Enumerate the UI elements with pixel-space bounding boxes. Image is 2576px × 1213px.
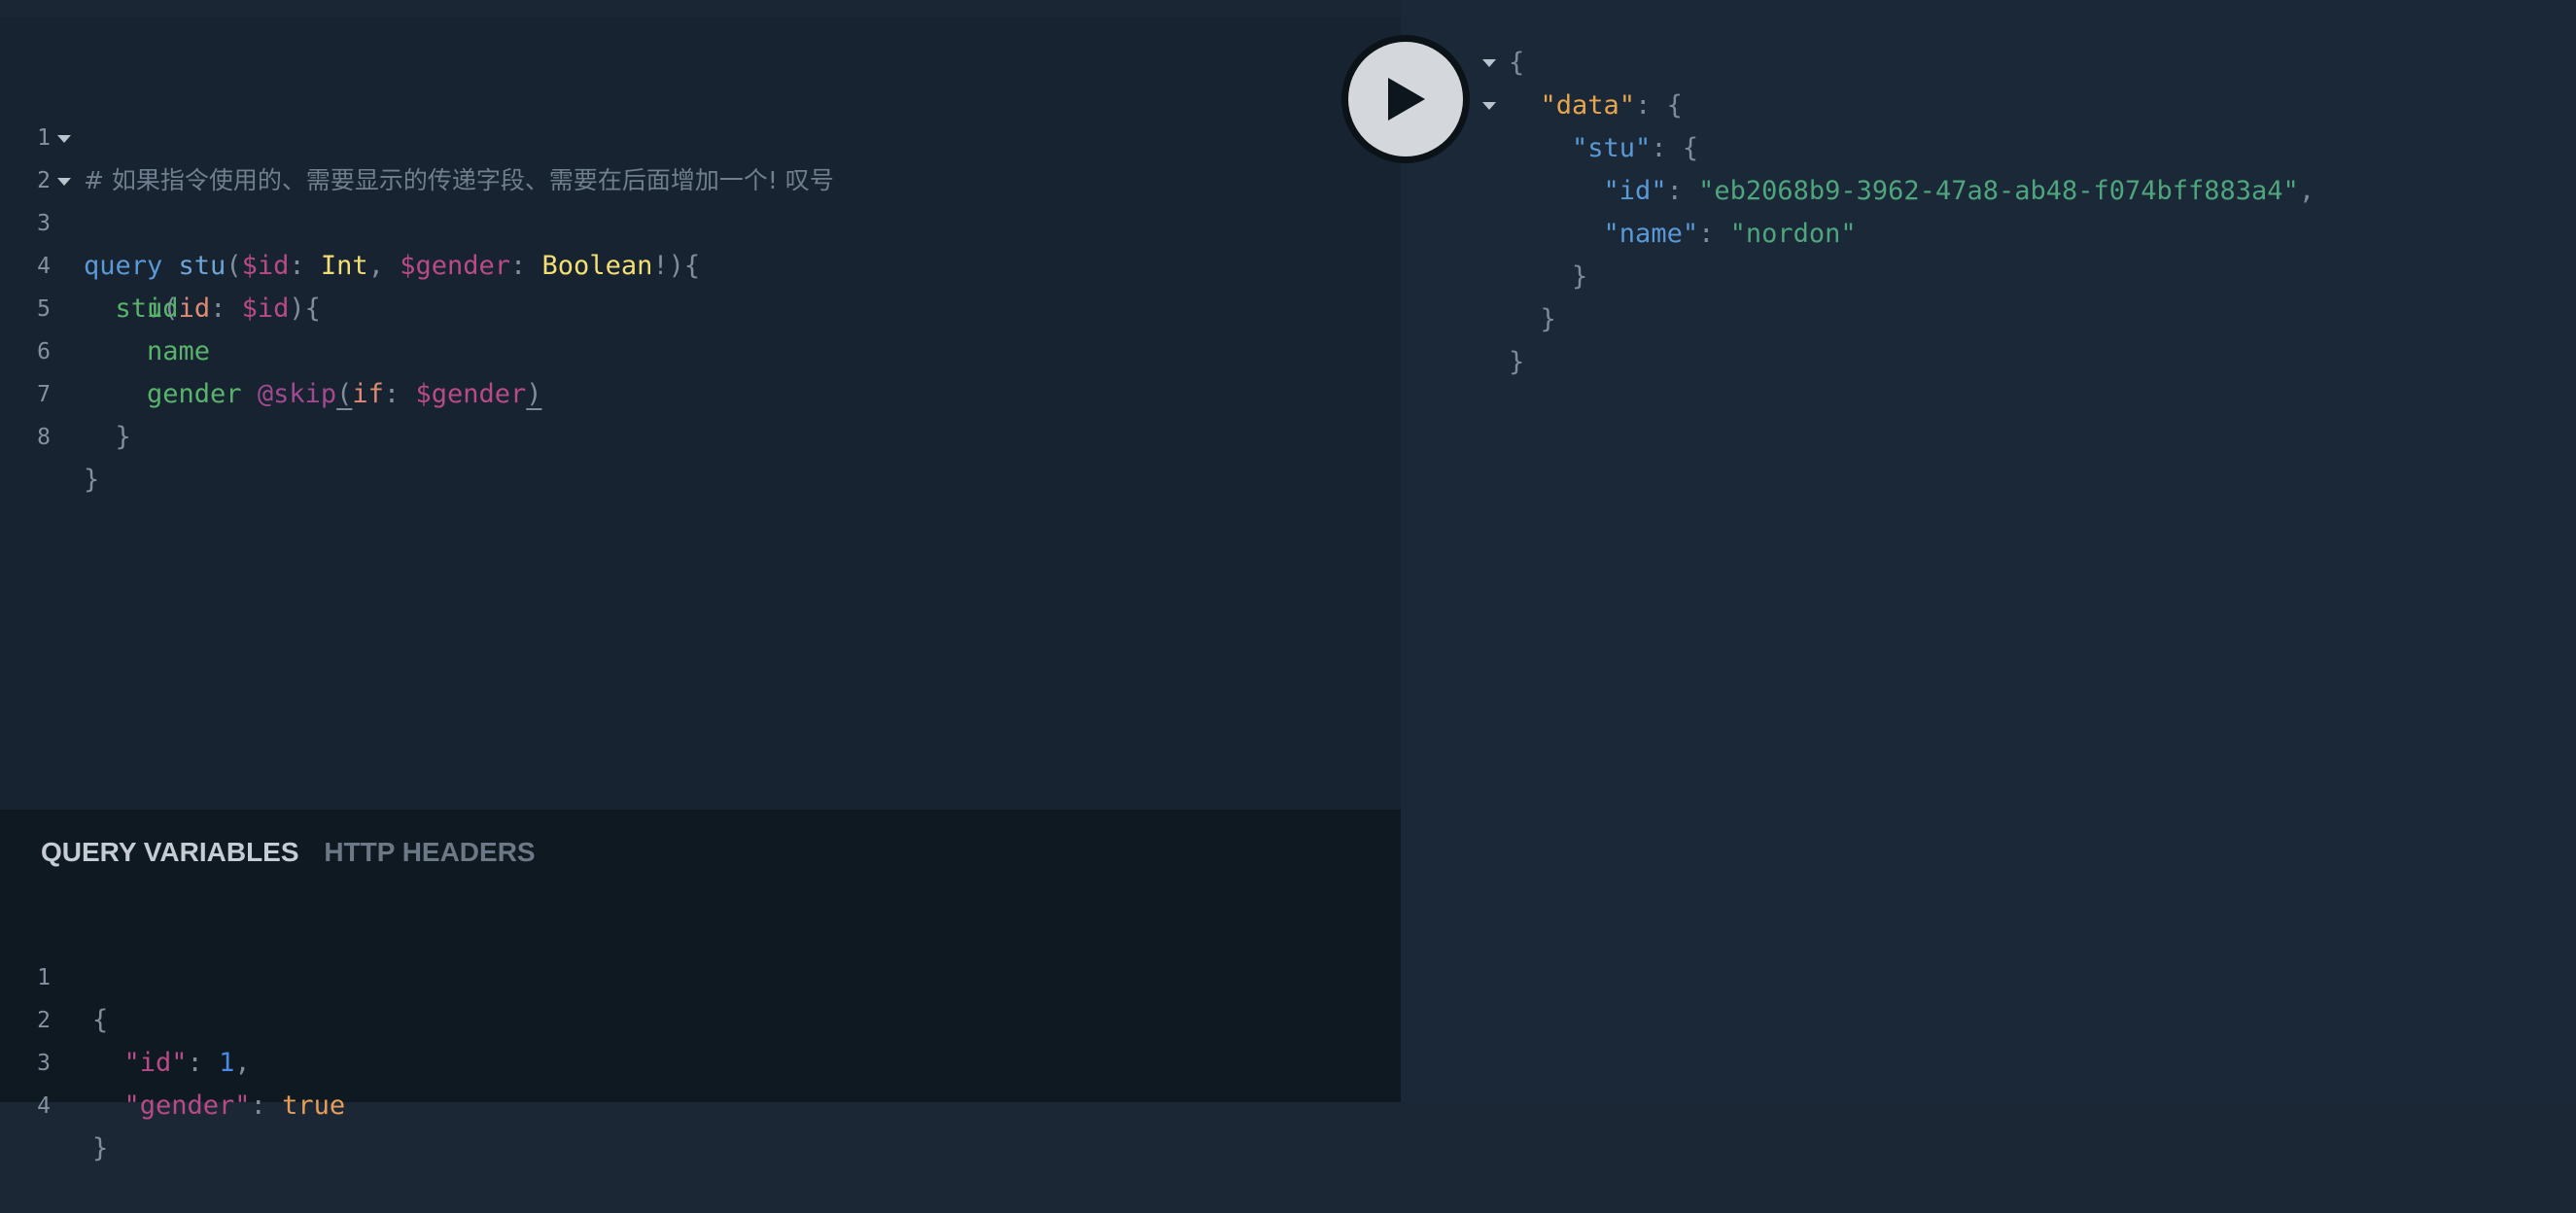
execute-query-button[interactable] <box>1341 35 1470 163</box>
variable-value-id: 1 <box>219 1048 235 1078</box>
punctuation: : <box>1635 90 1652 121</box>
punctuation: } <box>1572 261 1588 292</box>
tab-http-headers[interactable]: HTTP HEADERS <box>324 837 535 867</box>
result-line-1: { <box>1509 48 1525 78</box>
result-line-5: "name": "nordon" <box>1509 213 1857 256</box>
result-key-name: "name" <box>1603 219 1699 249</box>
field-name: name <box>147 336 211 366</box>
fold-arrow-icon[interactable] <box>1482 59 1496 67</box>
result-key-id: "id" <box>1603 176 1667 206</box>
result-key-stu: "stu" <box>1572 133 1652 163</box>
punctuation: : <box>1651 133 1667 163</box>
code-line-1: 1 # 如果指令使用的、需要显示的传递字段、需要在后面增加一个! 叹号 <box>0 74 834 194</box>
result-line-2: "data": { <box>1509 85 1683 127</box>
code-line-4: 4 id <box>0 202 178 324</box>
variable-key-gender: "gender" <box>123 1091 251 1121</box>
variable-key-id: "id" <box>123 1048 188 1078</box>
type-boolean: Boolean <box>541 251 653 281</box>
punctuation: ( <box>226 251 242 281</box>
code-line-2: 2 query stu($id: Int, $gender: Boolean!)… <box>0 117 700 281</box>
punctuation: ) <box>526 379 542 409</box>
keyword-query: query <box>84 251 163 281</box>
punctuation: !){ <box>652 251 701 281</box>
punctuation: ( <box>336 379 353 409</box>
punctuation: , <box>367 251 384 281</box>
punctuation: } <box>1540 304 1556 334</box>
line-number: 8 <box>37 425 51 450</box>
result-value-id: "eb2068b9-3962-47a8-ab48-f074bff883a4" <box>1698 176 2299 206</box>
punctuation: : <box>383 379 400 409</box>
variable-gender: $gender <box>400 251 511 281</box>
tab-query-variables[interactable]: QUERY VARIABLES <box>41 837 299 867</box>
punctuation: } <box>115 422 131 452</box>
variable-value-gender: true <box>282 1091 346 1121</box>
field-gender: gender <box>147 379 242 409</box>
punctuation: ){ <box>289 294 321 324</box>
variables-panel: QUERY VARIABLES HTTP HEADERS 1 { 2 "id":… <box>0 810 1401 1163</box>
query-editor[interactable]: 1 # 如果指令使用的、需要显示的传递字段、需要在后面增加一个! 叹号 2 qu… <box>0 17 1401 810</box>
variables-line-1: 1 { <box>0 914 108 1035</box>
variable-id: $id <box>241 294 290 324</box>
variables-tabs: QUERY VARIABLES HTTP HEADERS <box>41 837 536 868</box>
punctuation: { <box>1682 133 1699 163</box>
punctuation: : <box>289 251 305 281</box>
punctuation: : <box>210 294 226 324</box>
punctuation: : <box>1698 219 1715 249</box>
variables-line-4: 4 } <box>0 1042 108 1163</box>
punctuation: } <box>92 1133 109 1163</box>
field-id: id <box>147 294 179 324</box>
punctuation: : <box>187 1048 203 1078</box>
result-value-name: "nordon" <box>1729 219 1857 249</box>
punctuation: : <box>250 1091 266 1121</box>
fold-arrow-icon[interactable] <box>57 178 71 186</box>
code-comment: # 如果指令使用的、需要显示的传递字段、需要在后面增加一个! 叹号 <box>84 166 834 194</box>
code-line-7: 7 } <box>0 330 131 452</box>
directive-skip: @skip <box>257 379 337 409</box>
variables-line-3: 3 "gender": true <box>0 999 345 1121</box>
punctuation: } <box>84 465 100 495</box>
play-icon <box>1388 78 1425 121</box>
type-int: Int <box>320 251 368 281</box>
fold-arrow-icon[interactable] <box>57 135 71 143</box>
code-line-8: 8 } <box>0 373 99 495</box>
result-key-data: "data" <box>1540 90 1636 121</box>
code-line-5: 5 name <box>0 245 210 366</box>
result-line-6: } <box>1509 256 1587 298</box>
punctuation: : <box>1666 176 1683 206</box>
result-line-8: } <box>1509 347 1525 377</box>
result-line-4: "id": "eb2068b9-3962-47a8-ab48-f074bff88… <box>1509 170 2315 213</box>
fold-arrow-icon[interactable] <box>1482 102 1496 110</box>
variable-id: $id <box>241 251 290 281</box>
top-toolbar-strip <box>0 0 1401 17</box>
variable-gender: $gender <box>415 379 527 409</box>
operation-name: stu <box>178 251 226 281</box>
punctuation: , <box>2298 176 2315 206</box>
code-line-3: 3 stu(id: $id){ <box>0 159 321 324</box>
punctuation: { <box>1666 90 1683 121</box>
code-line-6: 6 gender @skip(if: $gender) <box>0 288 541 409</box>
punctuation: , <box>234 1048 251 1078</box>
variables-line-2: 2 "id": 1, <box>0 956 250 1078</box>
result-line-7: } <box>1509 298 1556 341</box>
line-number: 4 <box>37 1093 51 1119</box>
argument-if: if <box>352 379 384 409</box>
argument-id: id <box>178 294 211 324</box>
result-line-3: "stu": { <box>1509 127 1698 170</box>
punctuation: : <box>510 251 527 281</box>
